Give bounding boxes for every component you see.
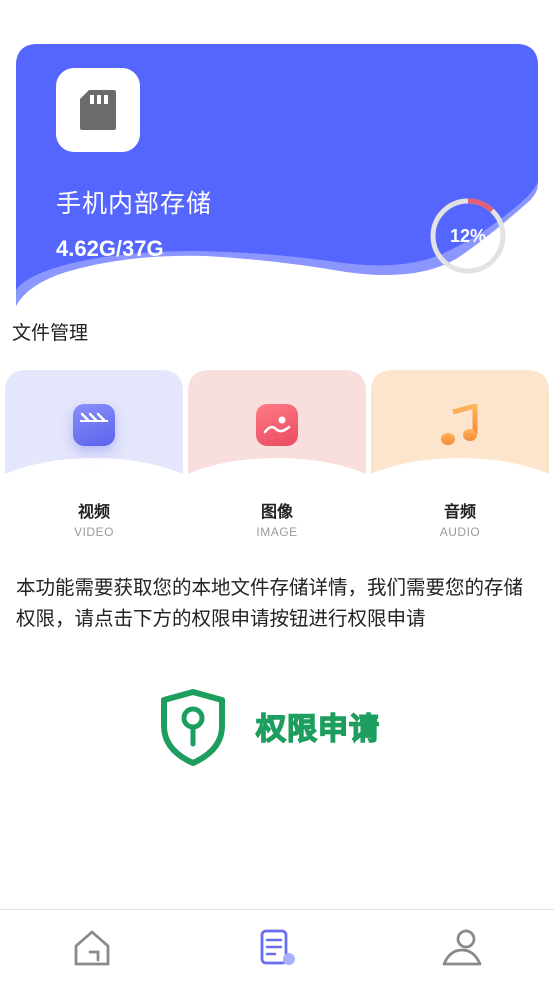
category-audio[interactable]: 音频 AUDIO xyxy=(371,370,549,548)
tab-home[interactable] xyxy=(70,926,114,970)
permission-request-button[interactable]: 权限申请 xyxy=(160,688,400,768)
tab-files[interactable] xyxy=(255,926,299,970)
category-video-sub: VIDEO xyxy=(74,525,114,539)
storage-used-total: 4.62G/37G xyxy=(56,236,164,261)
permission-notice: 本功能需要获取您的本地文件存储详情，我们需要您的存储权限，请点击下方的权限申请按… xyxy=(16,576,524,630)
video-clapper-icon xyxy=(73,404,115,446)
shield-key-icon xyxy=(161,689,225,766)
section-title-file-management: 文件管理 xyxy=(12,322,89,344)
category-video[interactable]: 视频 VIDEO xyxy=(5,370,183,548)
category-audio-sub: AUDIO xyxy=(439,525,481,539)
sd-card-tile xyxy=(56,68,140,152)
tab-profile[interactable] xyxy=(440,926,484,970)
bottom-tab-bar xyxy=(0,909,554,984)
user-icon xyxy=(442,929,482,966)
storage-title: 手机内部存储 xyxy=(56,189,213,218)
category-image-sub: IMAGE xyxy=(256,525,298,539)
file-doc-icon xyxy=(260,929,295,965)
image-icon xyxy=(256,404,298,446)
category-video-name: 视频 xyxy=(77,502,110,521)
storage-percent-label: 12% xyxy=(449,225,487,246)
category-image-name: 图像 xyxy=(260,502,293,521)
sd-card-icon xyxy=(80,90,116,130)
home-icon xyxy=(74,930,110,966)
music-note-icon xyxy=(439,404,481,446)
permission-request-label: 权限申请 xyxy=(255,711,380,748)
category-image[interactable]: 图像 IMAGE xyxy=(188,370,366,548)
storage-card[interactable]: 手机内部存储 4.62G/37G 12% xyxy=(16,44,538,306)
category-audio-name: 音频 xyxy=(443,502,476,521)
